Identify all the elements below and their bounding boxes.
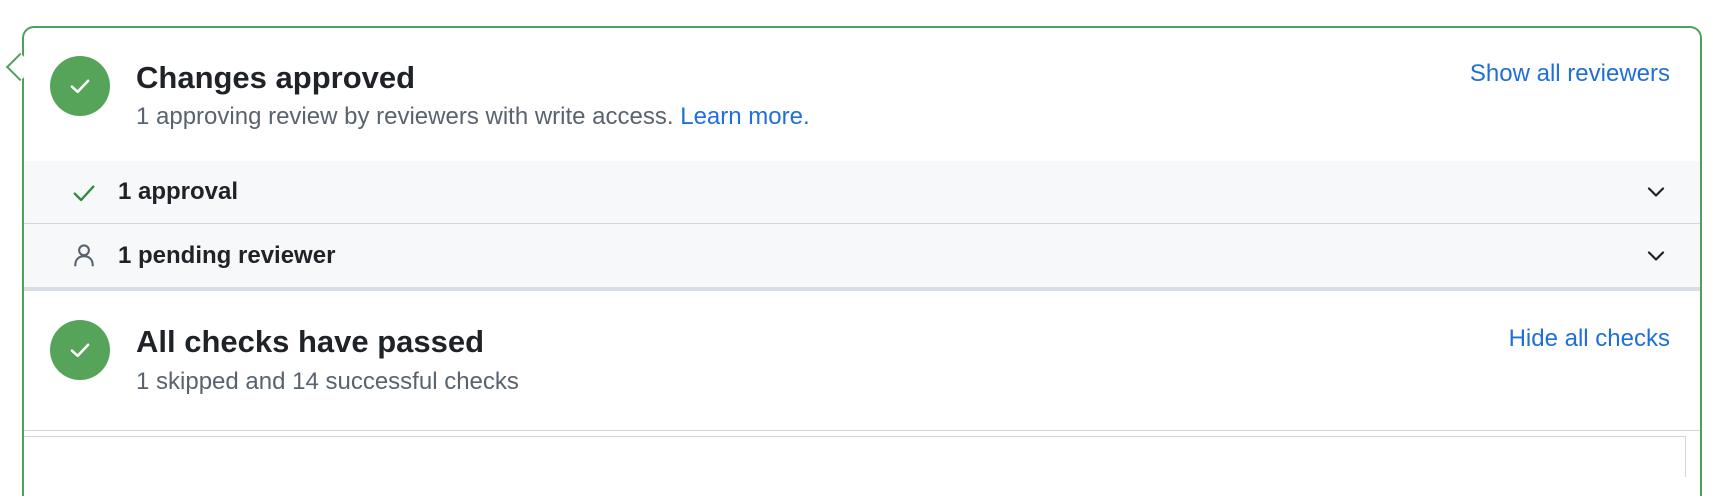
approval-title: Changes approved (136, 60, 416, 95)
approval-row-label: 1 approval (118, 178, 239, 205)
checks-list-container (24, 436, 1686, 477)
checks-section: All checks have passed 1 skipped and 14 … (24, 291, 1700, 431)
hide-all-checks-link[interactable]: Hide all checks (1509, 325, 1670, 353)
checks-description: 1 skipped and 14 successful checks (136, 368, 519, 395)
checks-check-circle-icon (50, 320, 110, 380)
approval-section: Changes approved 1 approving review by r… (24, 28, 1700, 161)
pending-reviewer-row[interactable]: 1 pending reviewer (24, 224, 1700, 287)
check-icon (70, 343, 90, 358)
merge-status-card: Changes approved 1 approving review by r… (22, 26, 1702, 496)
check-icon (73, 185, 95, 202)
checks-list-divider (24, 430, 1700, 431)
person-icon (74, 244, 94, 267)
chevron-down-icon[interactable] (1644, 180, 1668, 204)
approval-description-text: 1 approving review by reviewers with wri… (136, 103, 674, 130)
learn-more-link[interactable]: Learn more. (680, 103, 809, 130)
check-icon (70, 79, 90, 94)
approved-check-circle-icon (50, 56, 110, 116)
checks-title: All checks have passed (136, 324, 485, 359)
approval-row[interactable]: 1 approval (24, 161, 1700, 223)
approval-description: 1 approving review by reviewers with wri… (136, 103, 810, 131)
chevron-down-icon[interactable] (1644, 244, 1668, 268)
show-all-reviewers-link[interactable]: Show all reviewers (1470, 60, 1670, 88)
pending-reviewer-row-label: 1 pending reviewer (118, 242, 336, 269)
